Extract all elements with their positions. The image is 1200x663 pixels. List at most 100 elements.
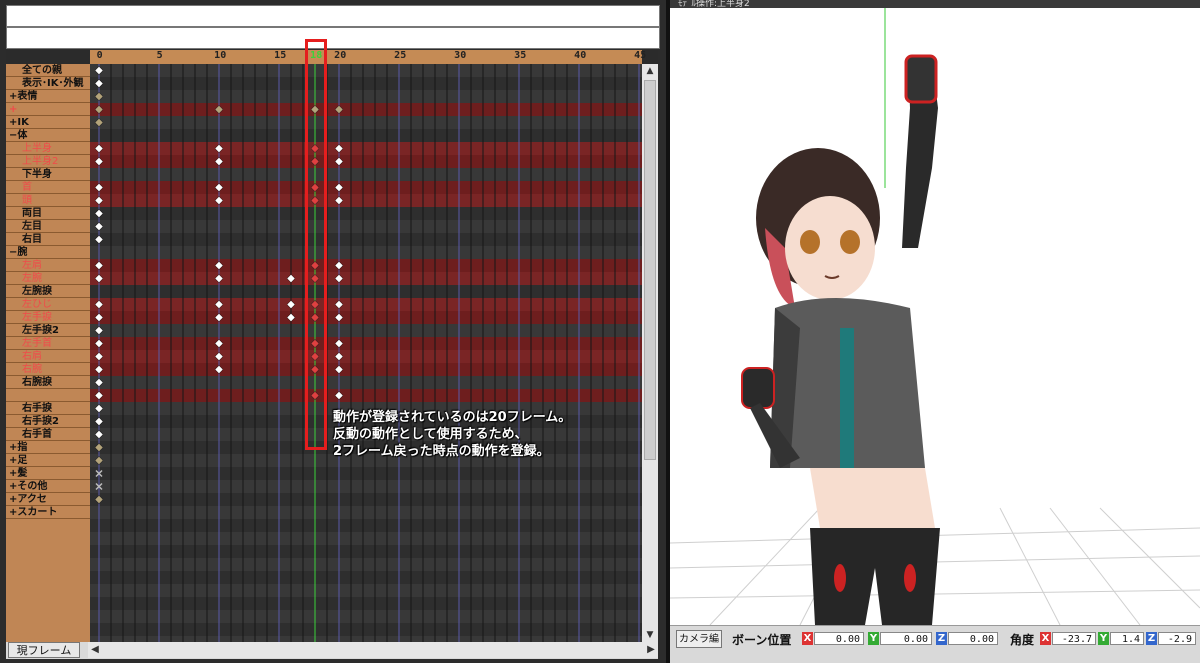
top-input-bar[interactable] (6, 5, 660, 27)
grid-row (90, 129, 642, 142)
grid-row (90, 337, 642, 350)
annotation-line: 動作が登録されているのは20フレーム。 (333, 410, 572, 425)
keyframe-timeline: 0 5 10 15 18 20 25 30 35 40 45 全ての親 表示･IK･外観 +表情 + +IK… (6, 50, 658, 642)
bone-row[interactable]: 左肩 (6, 259, 90, 272)
ruler-tick-label: 45 (634, 50, 647, 61)
bone-row[interactable]: 左腕捩 (6, 285, 90, 298)
position-z-field[interactable]: 0.00 (948, 632, 998, 645)
camera-edit-button[interactable]: カメラ編 (676, 630, 722, 648)
bone-row[interactable]: 首 (6, 181, 90, 194)
scroll-left-icon[interactable]: ◀ (88, 642, 102, 658)
angle-x-field[interactable]: -23.7 (1052, 632, 1096, 645)
bone-row[interactable]: 左手捩 (6, 311, 90, 324)
timeline-panel: 0 5 10 15 18 20 25 30 35 40 45 全ての親 表示･IK･外観 +表情 + +IK… (0, 0, 666, 663)
bone-row[interactable]: 右手捩 (6, 402, 90, 415)
bone-row[interactable]: 左手捩2 (6, 324, 90, 337)
position-y-field[interactable]: 0.00 (880, 632, 932, 645)
grid-row (90, 116, 642, 129)
bone-row[interactable]: 右手捩2 (6, 415, 90, 428)
bone-row[interactable]: 右腕 (6, 363, 90, 376)
second-input-bar[interactable] (6, 27, 660, 49)
grid-row (90, 480, 642, 493)
bone-position-label: ボーン位置 (732, 633, 792, 647)
scroll-up-icon[interactable]: ▲ (642, 64, 658, 78)
bone-row[interactable]: +その他 (6, 480, 90, 493)
vertical-scrollbar[interactable]: ▲ ▼ (642, 64, 658, 642)
scroll-down-icon[interactable]: ▼ (642, 628, 658, 642)
ruler-tick-label: 30 (454, 50, 467, 61)
current-frame-button[interactable]: 現フレーム (8, 642, 80, 658)
bone-row[interactable]: 左ひじ (6, 298, 90, 311)
frame-ruler[interactable]: 0 5 10 15 18 20 25 30 35 40 45 (90, 50, 646, 65)
grid-row (90, 311, 642, 324)
bone-row[interactable]: 上半身 (6, 142, 90, 155)
grid-row (90, 181, 642, 194)
grid-row (90, 194, 642, 207)
grid-row (90, 285, 642, 298)
grid-row (90, 545, 642, 558)
bone-row[interactable]: −腕 (6, 246, 90, 259)
grid-row (90, 207, 642, 220)
grid-row (90, 558, 642, 571)
grid-row (90, 610, 642, 623)
bone-row[interactable]: 右肩 (6, 350, 90, 363)
annotation-line: 2フレーム戻った時点の動作を登録。 (333, 444, 550, 459)
angle-y-field[interactable]: 1.4 (1110, 632, 1144, 645)
bone-row[interactable]: 両目 (6, 207, 90, 220)
grid-row (90, 103, 642, 116)
scroll-right-icon[interactable]: ▶ (644, 642, 658, 658)
bone-row[interactable]: 右目 (6, 233, 90, 246)
grid-row (90, 376, 642, 389)
bone-row[interactable]: +IK (6, 116, 90, 129)
bone-row[interactable]: +足 (6, 454, 90, 467)
keyframe-grid[interactable] (90, 64, 642, 642)
grid-row (90, 519, 642, 532)
bone-row[interactable]: 全ての親 (6, 64, 90, 77)
grid-row (90, 77, 642, 90)
ruler-tick-label: 5 (156, 50, 163, 61)
grid-row (90, 363, 642, 376)
angle-z-field[interactable]: -2.9 (1158, 632, 1196, 645)
bone-row[interactable]: 左腕 (6, 272, 90, 285)
grid-row (90, 220, 642, 233)
bone-row[interactable]: 右腕捩 (6, 376, 90, 389)
bone-row[interactable] (6, 389, 90, 402)
bone-row[interactable]: 頭 (6, 194, 90, 207)
bone-row[interactable]: +表情 (6, 90, 90, 103)
bone-status-bar: カメラ編 ボーン位置 X 0.00 Y 0.00 Z 0.00 角度 X -23… (670, 625, 1200, 663)
grid-row (90, 467, 642, 480)
angle-z-tag: Z (1146, 632, 1157, 645)
horizontal-scrollbar[interactable]: ◀ ▶ (88, 642, 658, 658)
3d-viewport[interactable] (670, 8, 1200, 625)
annotation-line: 反動の動作として使用するため、 (333, 427, 528, 442)
grid-row (90, 155, 642, 168)
bone-row[interactable]: 表示･IK･外観 (6, 77, 90, 90)
3d-scene[interactable] (670, 8, 1200, 625)
grid-row (90, 233, 642, 246)
annotation-text: 動作が登録されているのは20フレーム。 反動の動作として使用するため、 2フレー… (333, 409, 571, 460)
bone-list: 全ての親 表示･IK･外観 +表情 + +IK −体 上半身 上半身2 下半身首頭両目 左目 右目 −… (6, 64, 90, 642)
grid-row (90, 259, 642, 272)
bone-row[interactable]: 右手首 (6, 428, 90, 441)
grid-row (90, 389, 642, 402)
bone-row[interactable]: 左目 (6, 220, 90, 233)
keyframe-grid-canvas[interactable] (90, 64, 642, 642)
grid-row (90, 64, 642, 77)
bone-row[interactable]: −体 (6, 129, 90, 142)
scroll-thumb[interactable] (644, 80, 656, 460)
grid-row (90, 532, 642, 545)
bone-row[interactable]: +髪 (6, 467, 90, 480)
annotation-highlight-box (305, 39, 327, 450)
position-x-field[interactable]: 0.00 (814, 632, 864, 645)
bone-row[interactable]: +指 (6, 441, 90, 454)
bone-row[interactable]: +アクセ (6, 493, 90, 506)
bone-row[interactable]: 下半身 (6, 168, 90, 181)
grid-row (90, 246, 642, 259)
angle-label: 角度 (1010, 633, 1035, 647)
grid-row (90, 584, 642, 597)
bone-row[interactable]: 上半身2 (6, 155, 90, 168)
bone-row[interactable]: +スカート (6, 506, 90, 519)
bone-row[interactable]: 左手首 (6, 337, 90, 350)
bone-row[interactable]: + (6, 103, 90, 116)
position-z-tag: Z (936, 632, 947, 645)
